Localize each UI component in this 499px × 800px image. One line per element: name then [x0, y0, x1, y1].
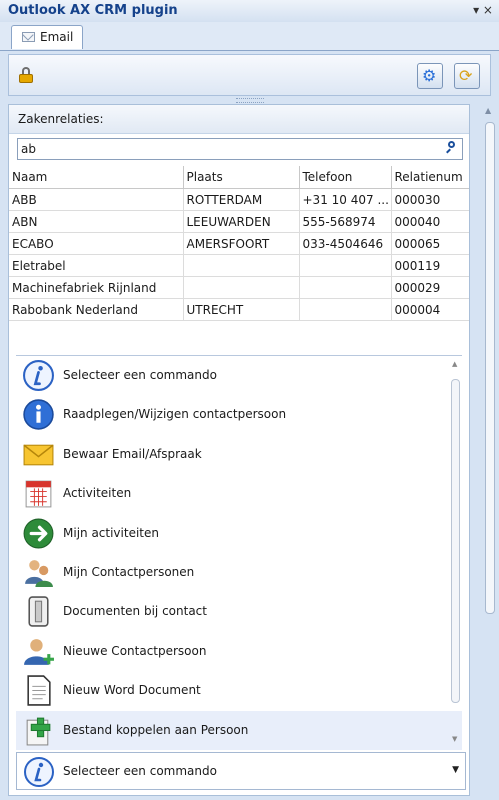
command-label: Raadplegen/Wijzigen contactpersoon: [63, 407, 287, 422]
cell-plaats: [183, 276, 300, 299]
cell-relatienummer: 000040: [391, 210, 469, 233]
command-label: Mijn activiteiten: [63, 525, 159, 540]
command-item-selecteer[interactable]: Selecteer een commando: [16, 356, 462, 395]
envelope-icon: [22, 32, 35, 42]
scroll-thumb[interactable]: [485, 122, 495, 614]
cell-plaats: LEEUWARDEN: [183, 210, 300, 233]
refresh-icon: ⟳: [459, 66, 473, 85]
relations-table: Naam Plaats Telefoon Relatienum ABB ROTT…: [9, 166, 469, 321]
splitter-grip[interactable]: [236, 98, 264, 103]
tab-bar: Email: [0, 22, 499, 51]
settings-button[interactable]: ⚙: [417, 63, 443, 89]
cell-telefoon: [299, 298, 392, 321]
command-item-raadplegen-contactpersoon[interactable]: Raadplegen/Wijzigen contactpersoon: [16, 395, 462, 434]
search-input[interactable]: ab: [17, 138, 463, 160]
relations-panel: Zakenrelaties: ab Naam Plaats Telefoon R…: [8, 104, 470, 796]
plus-icon: [26, 717, 51, 745]
command-label: Activiteiten: [63, 486, 132, 501]
table-row[interactable]: Machinefabriek Rijnland 000029: [9, 276, 469, 299]
cell-telefoon: [299, 276, 392, 299]
command-item-bestand-koppelen[interactable]: Bestand koppelen aan Persoon: [16, 710, 462, 750]
cell-plaats: UTRECHT: [183, 298, 300, 321]
info-italic-icon: [23, 360, 54, 391]
scroll-up-icon[interactable]: ▲: [485, 106, 491, 115]
cell-naam: ABB: [9, 188, 184, 211]
cell-telefoon: +31 10 407 ...: [299, 188, 392, 211]
table-row[interactable]: ABN LEEUWARDEN 555-568974 000040: [9, 210, 469, 233]
command-list: Selecteer een commando Raadplegen/Wijzig…: [16, 355, 462, 751]
cell-naam: Rabobank Nederland: [9, 298, 184, 321]
command-label: Mijn Contactpersonen: [63, 564, 195, 579]
toolbar: ⚙ ⟳: [8, 54, 491, 96]
search-value: ab: [21, 142, 36, 156]
scroll-up-icon[interactable]: ▲: [452, 360, 457, 368]
panel-header: Zakenrelaties:: [9, 105, 469, 134]
command-label: Nieuwe Contactpersoon: [63, 643, 207, 658]
unlock-icon[interactable]: [19, 67, 33, 83]
tab-email-label: Email: [40, 30, 74, 44]
cell-relatienummer: 000065: [391, 232, 469, 255]
cell-telefoon: 555-568974: [299, 210, 392, 233]
table-header-row: Naam Plaats Telefoon Relatienum: [9, 166, 469, 189]
cell-naam: ABN: [9, 210, 184, 233]
scroll-thumb[interactable]: [451, 379, 460, 703]
column-header-relatienummer[interactable]: Relatienum: [391, 166, 469, 189]
info-italic-icon: [24, 757, 54, 787]
combo-value: Selecteer een commando: [63, 764, 217, 778]
command-list-scrollbar[interactable]: ▲ ▼: [450, 358, 462, 748]
splitter[interactable]: [8, 96, 491, 104]
cell-relatienummer: 000119: [391, 254, 469, 277]
search-icon[interactable]: [445, 141, 457, 154]
pane-title: Outlook AX CRM plugin: [8, 3, 178, 18]
cell-naam: ECABO: [9, 232, 184, 255]
command-combo[interactable]: Selecteer een commando ▼: [16, 752, 466, 790]
envelope-icon: [23, 444, 54, 466]
cell-telefoon: [299, 254, 392, 277]
document-icon: [27, 675, 51, 706]
panel-heading: Zakenrelaties:: [18, 112, 104, 126]
contacts-icon: [25, 560, 53, 587]
binder-icon: [28, 596, 49, 628]
info-icon: [23, 399, 54, 431]
table-row[interactable]: ABB ROTTERDAM +31 10 407 ... 000030: [9, 188, 469, 211]
calendar-icon: [25, 480, 52, 508]
scroll-down-icon[interactable]: ▼: [452, 735, 457, 743]
command-label: Selecteer een commando: [63, 368, 217, 382]
add-person-icon: [24, 638, 54, 665]
cell-telefoon: 033-4504646: [299, 232, 392, 255]
tab-email[interactable]: Email: [11, 25, 83, 49]
column-header-naam[interactable]: Naam: [9, 166, 184, 189]
arrow-right-icon: [23, 518, 54, 549]
command-item-nieuw-word-document[interactable]: Nieuw Word Document: [16, 671, 462, 710]
cell-relatienummer: 000004: [391, 298, 469, 321]
command-item-nieuwe-contactpersoon[interactable]: Nieuwe Contactpersoon: [16, 632, 462, 671]
cell-naam: Machinefabriek Rijnland: [9, 276, 184, 299]
pane-controls[interactable]: ▾ ×: [473, 3, 493, 17]
command-item-documenten-bij-contact[interactable]: Documenten bij contact: [16, 592, 462, 631]
pane-scrollbar[interactable]: ▲: [481, 104, 497, 796]
command-item-activiteiten[interactable]: Activiteiten: [16, 474, 462, 513]
command-item-bewaar-email[interactable]: Bewaar Email/Afspraak: [16, 435, 462, 474]
table-row[interactable]: ECABO AMERSFOORT 033-4504646 000065: [9, 232, 469, 255]
column-header-telefoon[interactable]: Telefoon: [299, 166, 392, 189]
command-item-mijn-activiteiten[interactable]: Mijn activiteiten: [16, 514, 462, 553]
refresh-button[interactable]: ⟳: [454, 63, 480, 89]
command-label: Bewaar Email/Afspraak: [63, 446, 202, 461]
command-label: Nieuw Word Document: [63, 683, 201, 698]
gear-icon: ⚙: [422, 66, 437, 85]
cell-relatienummer: 000029: [391, 276, 469, 299]
cell-plaats: [183, 254, 300, 277]
command-label: Bestand koppelen aan Persoon: [63, 722, 249, 737]
cell-plaats: ROTTERDAM: [183, 188, 300, 211]
pane-titlebar: Outlook AX CRM plugin ▾ ×: [0, 0, 499, 23]
column-header-plaats[interactable]: Plaats: [183, 166, 300, 189]
chevron-down-icon[interactable]: ▼: [452, 765, 459, 775]
command-item-mijn-contactpersonen[interactable]: Mijn Contactpersonen: [16, 553, 462, 592]
command-label: Documenten bij contact: [63, 604, 207, 619]
table-row[interactable]: Rabobank Nederland UTRECHT 000004: [9, 298, 469, 321]
table-row[interactable]: Eletrabel 000119: [9, 254, 469, 277]
cell-relatienummer: 000030: [391, 188, 469, 211]
cell-plaats: AMERSFOORT: [183, 232, 300, 255]
cell-naam: Eletrabel: [9, 254, 184, 277]
